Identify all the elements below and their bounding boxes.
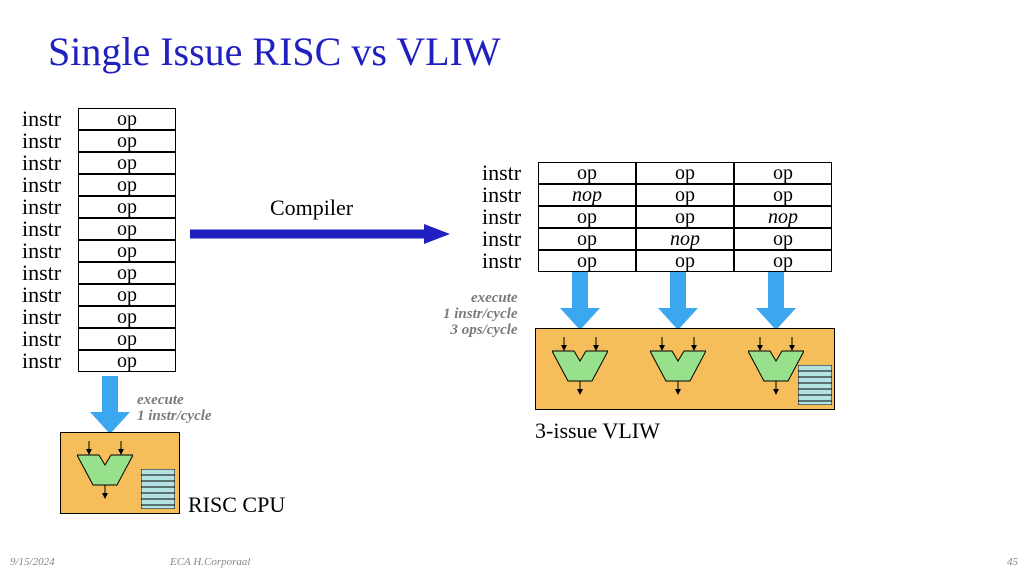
risc-instr-row: instrop (20, 284, 176, 306)
footer-date: 9/15/2024 (10, 556, 55, 568)
op-cell: op (78, 240, 176, 262)
alu-icon (650, 337, 706, 397)
risc-down-arrow (90, 376, 130, 434)
alu-icon (748, 337, 804, 397)
op-cell: op (538, 228, 636, 250)
op-cell: op (78, 262, 176, 284)
regfile-icon (798, 365, 832, 405)
op-cell: op (78, 108, 176, 130)
op-cell: op (636, 162, 734, 184)
vliw-instr-row: instrnopopop (480, 184, 832, 206)
op-cell: op (538, 250, 636, 272)
vliw-exec-line1: execute (471, 290, 518, 306)
op-cell: nop (538, 184, 636, 206)
op-cell: op (78, 328, 176, 350)
op-cell: op (78, 152, 176, 174)
risc-exec-line2: 1 instr/cycle (137, 408, 212, 424)
vliw-cpu-label: 3-issue VLIW (535, 418, 660, 444)
slide-title: Single Issue RISC vs VLIW (48, 28, 501, 75)
op-cell: op (636, 184, 734, 206)
op-cell: op (78, 218, 176, 240)
instr-label: instr (480, 248, 538, 274)
op-cell: op (78, 350, 176, 372)
risc-cpu-label: RISC CPU (188, 492, 285, 518)
vliw-exec-line3: 3 ops/cycle (451, 322, 518, 338)
regfile-icon (141, 469, 175, 509)
vliw-exec-line2: 1 instr/cycle (443, 306, 518, 322)
op-cell: op (734, 228, 832, 250)
op-cell: op (734, 250, 832, 272)
vliw-down-arrow-3 (756, 272, 796, 330)
risc-instr-row: instrop (20, 306, 176, 328)
risc-execute-label: execute 1 instr/cycle (137, 392, 212, 424)
footer-page: 45 (1007, 556, 1018, 568)
risc-instr-row: instrop (20, 196, 176, 218)
vliw-instruction-list: instropopopinstrnopopopinstropopnopinstr… (480, 162, 832, 272)
risc-instr-row: instrop (20, 130, 176, 152)
op-cell: op (78, 196, 176, 218)
risc-instr-row: instrop (20, 218, 176, 240)
risc-instr-row: instrop (20, 174, 176, 196)
risc-instruction-list: instropinstropinstropinstropinstropinstr… (20, 108, 176, 372)
footer-author: ECA H.Corporaal (170, 556, 250, 568)
op-cell: nop (636, 228, 734, 250)
vliw-down-arrow-2 (658, 272, 698, 330)
risc-instr-row: instrop (20, 108, 176, 130)
vliw-cpu-box (535, 328, 835, 410)
vliw-instr-row: instropnopop (480, 228, 832, 250)
vliw-execute-label: execute 1 instr/cycle 3 ops/cycle (443, 290, 518, 338)
risc-instr-row: instrop (20, 240, 176, 262)
vliw-instr-row: instropopop (480, 250, 832, 272)
vliw-instr-row: instropopnop (480, 206, 832, 228)
op-cell: nop (734, 206, 832, 228)
op-cell: op (734, 162, 832, 184)
alu-icon (77, 441, 133, 501)
op-cell: op (78, 284, 176, 306)
compiler-arrow (190, 224, 450, 244)
risc-instr-row: instrop (20, 328, 176, 350)
risc-instr-row: instrop (20, 262, 176, 284)
op-cell: op (636, 250, 734, 272)
op-cell: op (78, 130, 176, 152)
risc-instr-row: instrop (20, 152, 176, 174)
alu-icon (552, 337, 608, 397)
op-cell: op (734, 184, 832, 206)
risc-cpu-box (60, 432, 180, 514)
vliw-instr-row: instropopop (480, 162, 832, 184)
risc-exec-line1: execute (137, 392, 184, 408)
op-cell: op (78, 174, 176, 196)
compiler-label: Compiler (270, 195, 353, 221)
vliw-down-arrow-1 (560, 272, 600, 330)
op-cell: op (538, 162, 636, 184)
instr-label: instr (20, 348, 78, 374)
op-cell: op (538, 206, 636, 228)
risc-instr-row: instrop (20, 350, 176, 372)
op-cell: op (78, 306, 176, 328)
op-cell: op (636, 206, 734, 228)
